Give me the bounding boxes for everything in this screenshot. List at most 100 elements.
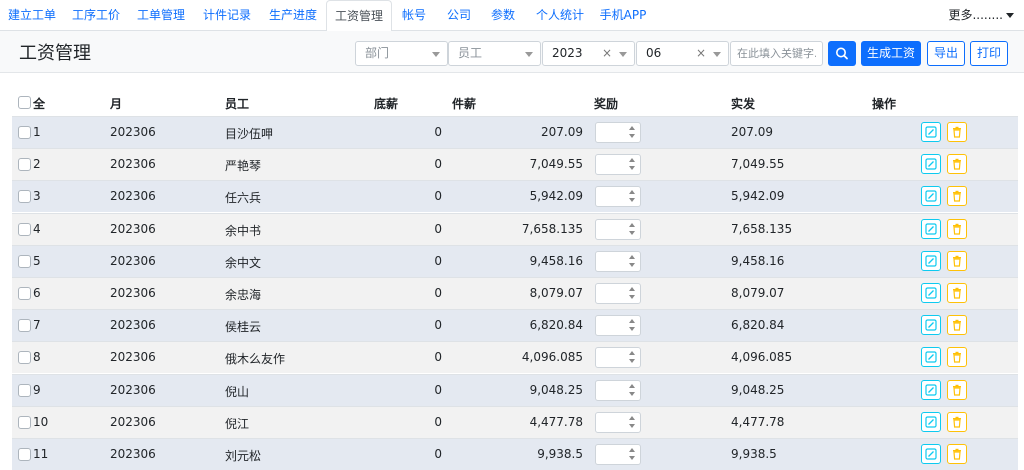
tab-create-order[interactable]: 建立工单 bbox=[4, 0, 60, 31]
row-number: 2 bbox=[33, 157, 41, 172]
employee-cell: 严艳琴 bbox=[225, 159, 262, 174]
spinner-icon[interactable] bbox=[629, 351, 636, 364]
delete-button[interactable] bbox=[947, 379, 967, 400]
clear-icon[interactable]: × bbox=[696, 42, 706, 65]
spinner-icon[interactable] bbox=[629, 448, 636, 461]
bonus-input[interactable] bbox=[595, 315, 641, 337]
edit-button[interactable] bbox=[921, 186, 941, 207]
table-row: 5 202306 余中文 0 9,458.16 9,458.16 bbox=[12, 244, 1018, 277]
spinner-icon[interactable] bbox=[629, 190, 636, 203]
month-select[interactable]: 06 × bbox=[636, 41, 729, 66]
spinner-icon[interactable] bbox=[629, 158, 636, 171]
row-number: 4 bbox=[33, 221, 41, 236]
row-checkbox[interactable] bbox=[18, 222, 31, 236]
bonus-input[interactable] bbox=[595, 411, 641, 433]
base-salary-cell: 0 bbox=[434, 221, 442, 236]
table-row: 9 202306 倪山 0 9,048.25 9,048.25 bbox=[12, 373, 1018, 406]
delete-button[interactable] bbox=[947, 186, 967, 207]
row-checkbox[interactable] bbox=[18, 190, 31, 204]
bonus-input[interactable] bbox=[595, 122, 641, 143]
table-row: 8 202306 俄木么友作 0 4,096.085 4,096.085 bbox=[12, 341, 1018, 374]
generate-salary-button[interactable]: 生成工资 bbox=[861, 41, 921, 66]
tab-account[interactable]: 帐号 bbox=[397, 0, 431, 31]
row-checkbox[interactable] bbox=[18, 158, 31, 172]
row-checkbox[interactable] bbox=[18, 126, 31, 139]
employee-select[interactable]: 员工 bbox=[448, 41, 541, 66]
bonus-input[interactable] bbox=[595, 154, 641, 176]
select-all-checkbox[interactable] bbox=[18, 96, 31, 109]
tab-salary[interactable]: 工资管理 bbox=[326, 0, 392, 32]
bonus-input[interactable] bbox=[595, 186, 641, 208]
bonus-input[interactable] bbox=[595, 283, 641, 304]
month-cell: 202306 bbox=[110, 286, 156, 300]
spinner-icon[interactable] bbox=[629, 415, 636, 429]
edit-button[interactable] bbox=[921, 347, 941, 368]
spinner-icon[interactable] bbox=[629, 319, 636, 332]
page-title: 工资管理 bbox=[19, 43, 91, 64]
bonus-input[interactable] bbox=[595, 444, 641, 465]
actual-pay-cell: 7,049.55 bbox=[731, 157, 785, 172]
clear-icon[interactable]: × bbox=[602, 42, 612, 65]
delete-button[interactable] bbox=[947, 250, 967, 271]
bonus-input[interactable] bbox=[595, 347, 641, 369]
tab-piece-record[interactable]: 计件记录 bbox=[199, 0, 255, 31]
delete-button[interactable] bbox=[947, 283, 967, 303]
tab-progress[interactable]: 生产进度 bbox=[265, 0, 321, 31]
delete-button[interactable] bbox=[947, 154, 967, 175]
base-salary-cell: 0 bbox=[434, 286, 442, 300]
department-select[interactable]: 部门 bbox=[355, 41, 448, 66]
tab-process-price[interactable]: 工序工价 bbox=[68, 0, 124, 31]
more-menu[interactable]: 更多........ bbox=[948, 0, 1014, 31]
year-select[interactable]: 2023 × bbox=[542, 41, 635, 66]
tab-company[interactable]: 公司 bbox=[442, 0, 476, 31]
delete-button[interactable] bbox=[947, 347, 967, 368]
delete-button[interactable] bbox=[947, 411, 967, 432]
print-button[interactable]: 打印 bbox=[970, 41, 1008, 66]
edit-button[interactable] bbox=[921, 154, 941, 175]
edit-button[interactable] bbox=[921, 444, 941, 464]
edit-button[interactable] bbox=[921, 250, 941, 271]
tab-personal-stats[interactable]: 个人统计 bbox=[532, 0, 588, 31]
spinner-icon[interactable] bbox=[629, 254, 636, 268]
row-number: 3 bbox=[33, 189, 41, 204]
edit-button[interactable] bbox=[921, 218, 941, 239]
row-checkbox[interactable] bbox=[18, 319, 31, 333]
month-cell: 202306 bbox=[110, 221, 156, 236]
row-number: 10 bbox=[33, 414, 49, 429]
export-button[interactable]: 导出 bbox=[927, 41, 965, 66]
bonus-input[interactable] bbox=[595, 250, 641, 272]
delete-button[interactable] bbox=[947, 122, 967, 142]
chevron-down-icon bbox=[619, 52, 627, 57]
row-checkbox[interactable] bbox=[18, 415, 31, 429]
edit-button[interactable] bbox=[921, 283, 941, 303]
spinner-icon[interactable] bbox=[629, 126, 636, 139]
actual-pay-cell: 5,942.09 bbox=[731, 189, 785, 204]
delete-button[interactable] bbox=[947, 218, 967, 239]
actual-pay-cell: 9,048.25 bbox=[731, 382, 785, 397]
edit-button[interactable] bbox=[921, 122, 941, 142]
bonus-input[interactable] bbox=[595, 218, 641, 240]
bonus-input[interactable] bbox=[595, 379, 641, 401]
keyword-input[interactable] bbox=[730, 41, 823, 66]
tab-mobile-app[interactable]: 手机APP bbox=[598, 0, 648, 31]
delete-button[interactable] bbox=[947, 444, 967, 464]
spinner-icon[interactable] bbox=[629, 222, 636, 236]
row-checkbox[interactable] bbox=[18, 254, 31, 268]
row-checkbox[interactable] bbox=[18, 448, 31, 461]
base-salary-cell: 0 bbox=[434, 189, 442, 204]
col-month: 月 bbox=[110, 97, 123, 111]
edit-button[interactable] bbox=[921, 411, 941, 432]
edit-button[interactable] bbox=[921, 379, 941, 400]
row-checkbox[interactable] bbox=[18, 351, 31, 365]
actual-pay-cell: 207.09 bbox=[731, 125, 773, 139]
tab-params[interactable]: 参数 bbox=[486, 0, 520, 31]
spinner-icon[interactable] bbox=[629, 383, 636, 397]
search-button[interactable] bbox=[828, 41, 856, 66]
employee-cell: 倪山 bbox=[225, 384, 250, 399]
delete-button[interactable] bbox=[947, 315, 967, 336]
edit-button[interactable] bbox=[921, 315, 941, 336]
tab-order-manage[interactable]: 工单管理 bbox=[133, 0, 189, 31]
spinner-icon[interactable] bbox=[629, 287, 636, 300]
row-checkbox[interactable] bbox=[18, 383, 31, 397]
row-checkbox[interactable] bbox=[18, 287, 31, 300]
